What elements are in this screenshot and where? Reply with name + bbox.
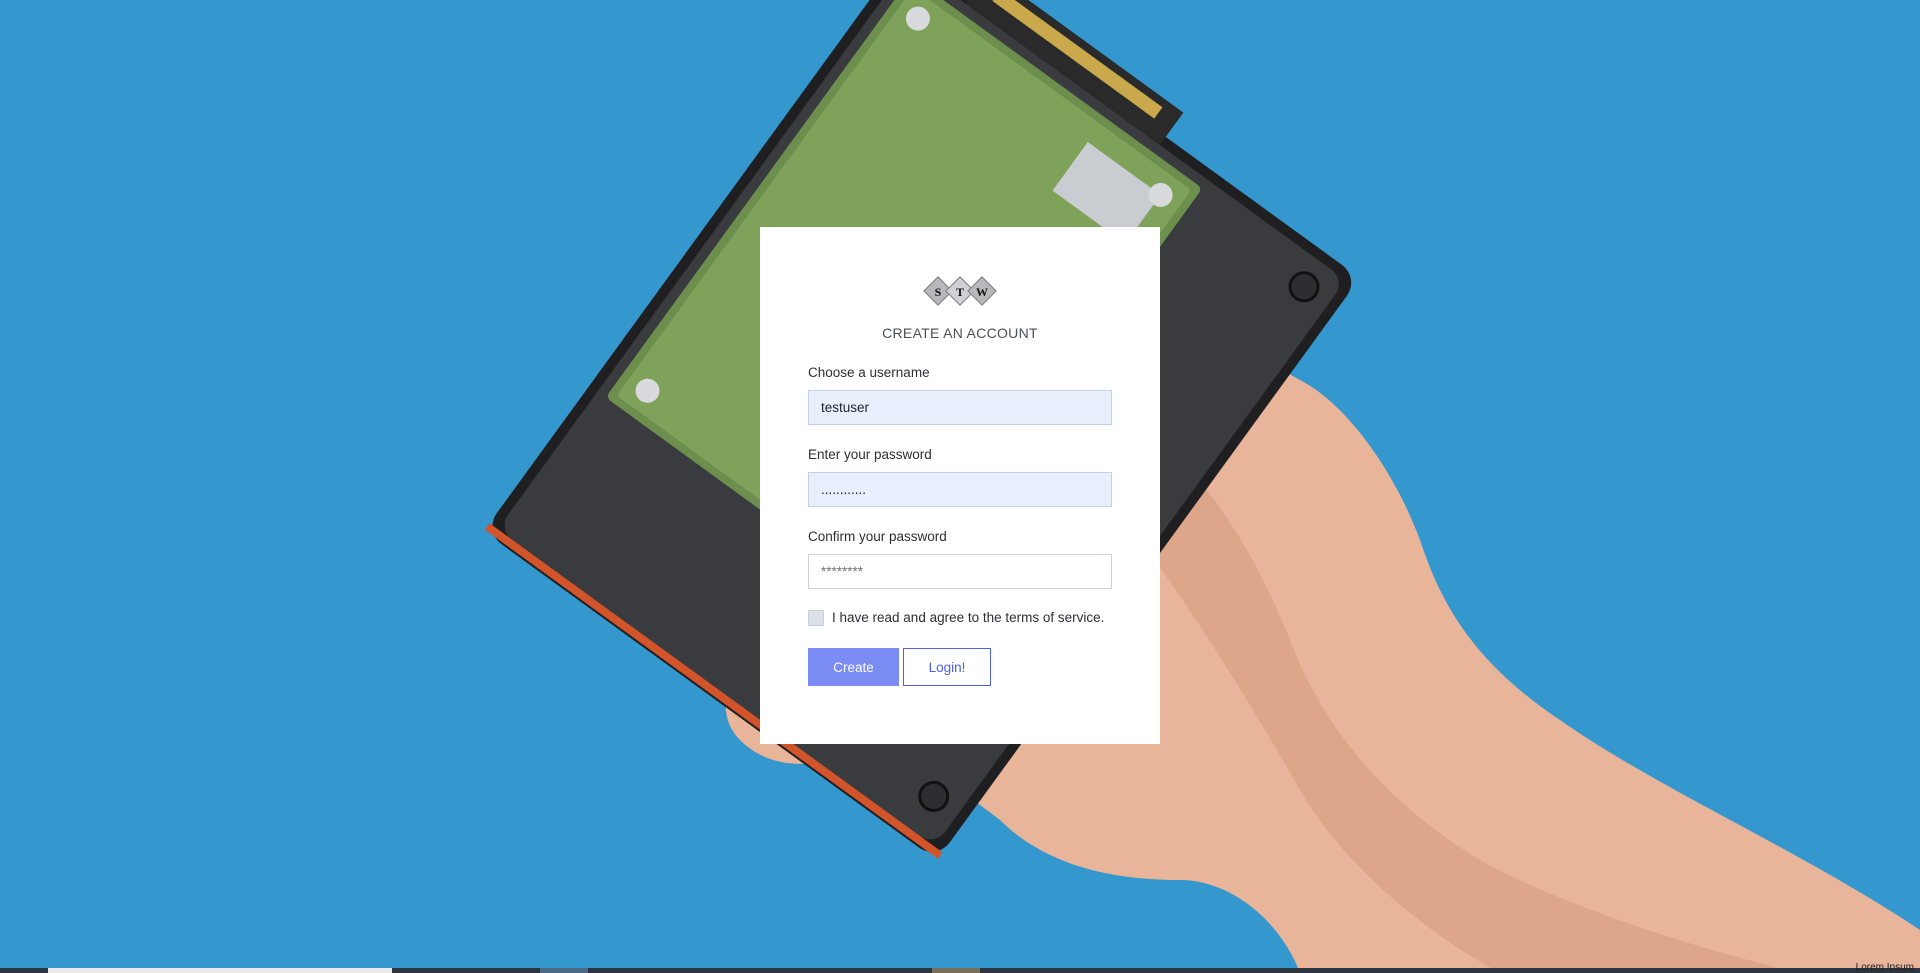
confirm-password-input[interactable] [808, 554, 1112, 589]
corner-label: Lorem Ipsum [1855, 962, 1914, 973]
password-label: Enter your password [808, 447, 932, 462]
logo-letter-w: W [976, 285, 988, 299]
terms-label: I have read and agree to the terms of se… [832, 610, 1105, 625]
username-input[interactable] [808, 390, 1112, 425]
bottom-strip [0, 968, 1920, 973]
logo-letter-s: S [935, 285, 942, 299]
form-title: CREATE AN ACCOUNT [882, 325, 1038, 341]
username-label: Choose a username [808, 365, 930, 380]
login-button[interactable]: Login! [903, 648, 991, 686]
terms-checkbox[interactable] [808, 610, 824, 626]
bottom-strip-segment [540, 968, 588, 973]
button-row: Create Login! [808, 648, 1112, 686]
logo: S T W [923, 276, 997, 306]
bottom-strip-segment [932, 968, 980, 973]
signup-card: S T W CREATE AN ACCOUNT Choose a usernam… [760, 227, 1160, 744]
bottom-strip-segment [48, 968, 392, 973]
create-button[interactable]: Create [808, 648, 899, 686]
terms-row: I have read and agree to the terms of se… [808, 609, 1112, 628]
password-input[interactable] [808, 472, 1112, 507]
logo-letter-t: T [956, 285, 964, 299]
logo-diamond: W [967, 276, 997, 306]
confirm-password-label: Confirm your password [808, 529, 947, 544]
